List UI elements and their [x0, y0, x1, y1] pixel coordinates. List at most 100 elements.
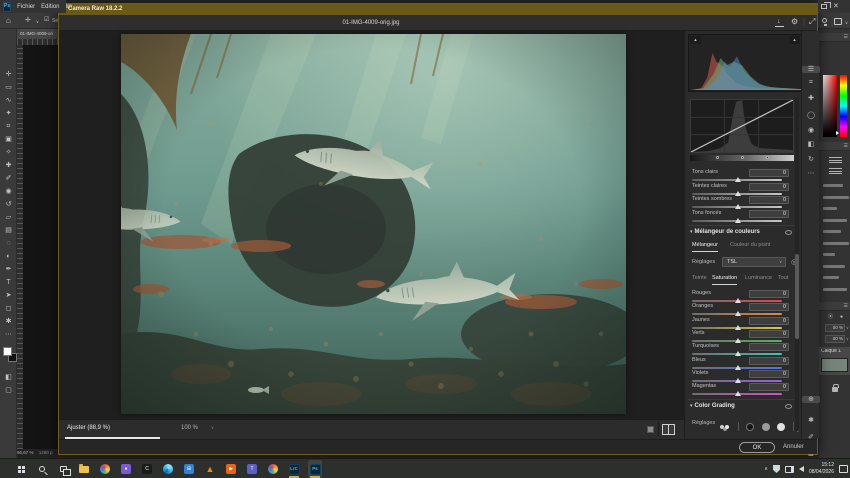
hand-tool[interactable]: ✱ — [0, 318, 17, 325]
camera-raw-title-bar[interactable]: Camera Raw 18.2.2 — [59, 4, 817, 15]
shape-tool[interactable]: ◻ — [0, 305, 17, 312]
tone-curve[interactable] — [690, 99, 794, 153]
restore-window-icon[interactable] — [821, 4, 827, 9]
slider-value-field[interactable]: 0 — [749, 330, 789, 338]
zoom-100-tab[interactable]: 100 % — [181, 425, 198, 431]
taskbar-microsoft-store[interactable]: ⊞ — [182, 460, 196, 478]
photo-preview[interactable] — [121, 34, 626, 414]
slider-thumb[interactable] — [735, 218, 741, 223]
slider-track[interactable] — [692, 340, 782, 342]
fit-zoom-tab[interactable]: Ajuster (88,9 %) — [67, 425, 110, 431]
taskbar-clock[interactable]: 15:12 08/04/2026 — [809, 462, 834, 477]
layer-opacity-field[interactable]: 00 % — [825, 324, 845, 332]
status-zoom[interactable]: 66,67 % — [17, 450, 34, 455]
subtab-tout[interactable]: Tout — [778, 276, 788, 282]
learn-lightbulb-icon[interactable] — [822, 18, 827, 23]
slider-value-field[interactable]: 0 — [749, 196, 789, 204]
fill-lock-icon[interactable]: ● — [840, 315, 843, 320]
fullscreen-toggle-icon[interactable]: ⤢ — [809, 18, 815, 26]
panel-scrollbar[interactable] — [795, 97, 799, 431]
panel-menu-icon[interactable]: ☰ — [844, 304, 848, 309]
tab-melangeur[interactable]: Mélangeur — [692, 243, 718, 252]
preferences-gear-icon[interactable]: ⚙ — [791, 18, 798, 26]
blur-tool[interactable]: ◌ — [0, 240, 17, 247]
slider-value-field[interactable]: 0 — [749, 183, 789, 191]
slider-track[interactable] — [692, 380, 782, 382]
dodge-tool[interactable]: ◐ — [0, 253, 17, 260]
taskbar-edge[interactable] — [161, 460, 175, 478]
slider-track[interactable] — [692, 393, 782, 395]
slider-thumb[interactable] — [735, 378, 741, 383]
range-split-dot[interactable] — [741, 156, 744, 159]
slider-thumb[interactable] — [735, 311, 741, 316]
slider-track[interactable] — [692, 313, 782, 315]
slider-thumb[interactable] — [735, 204, 741, 209]
subtab-saturation[interactable]: Saturation — [712, 276, 737, 285]
slider-track[interactable] — [692, 367, 782, 369]
layer-lock-icon[interactable] — [832, 387, 838, 392]
slider-thumb[interactable] — [735, 338, 741, 343]
more-tools-tool[interactable]: ⋯ — [0, 331, 17, 338]
notification-center-icon[interactable] — [839, 465, 848, 473]
slider-thumb[interactable] — [735, 351, 741, 356]
document-tab[interactable]: 01-IMG-4009-ori — [17, 29, 58, 39]
slider-value-field[interactable]: 0 — [749, 169, 789, 177]
taskbar-task-view[interactable] — [56, 460, 70, 478]
slider-value-field[interactable]: 0 — [749, 303, 789, 311]
acr-zoom-tool-icon[interactable]: ⊕ — [802, 396, 820, 403]
slider-track[interactable] — [692, 220, 782, 222]
move-tool[interactable]: ✛ — [0, 71, 17, 78]
slider-thumb[interactable] — [735, 325, 741, 330]
taskbar-photoshop[interactable]: Ps — [308, 460, 322, 478]
color-grading-header[interactable]: ▾Color Grading — [690, 403, 735, 409]
lasso-tool[interactable]: ∿ — [0, 97, 17, 104]
fill-chevron-icon[interactable]: ∨ — [846, 337, 849, 341]
acr-edit-tool-icon[interactable]: ☰ — [802, 66, 820, 73]
range-split-dot[interactable] — [766, 156, 769, 159]
marquee-tool[interactable]: ▭ — [0, 84, 17, 91]
history-brush-tool[interactable]: ↺ — [0, 201, 17, 208]
mixer-mode-dropdown[interactable]: TSL∨ — [722, 257, 786, 267]
hue-strip[interactable] — [840, 75, 847, 137]
quick-selection-tool[interactable]: ✦ — [0, 110, 17, 117]
taskbar-file-explorer[interactable] — [77, 460, 91, 478]
ok-button[interactable]: OK — [739, 442, 775, 453]
taskbar-photos[interactable] — [98, 460, 112, 478]
zoom-chevron-icon[interactable]: ∨ — [211, 426, 214, 430]
acr-presets-tool-icon[interactable]: ◧ — [802, 141, 820, 148]
type-tool[interactable]: T — [0, 279, 17, 286]
acr-healing-tool-icon[interactable]: ✚ — [802, 95, 820, 102]
grading-midtones-icon[interactable] — [762, 423, 770, 431]
before-after-view-icon[interactable] — [662, 424, 675, 435]
slider-value-field[interactable]: 0 — [749, 370, 789, 378]
range-split-dot[interactable] — [716, 156, 719, 159]
menu-edition[interactable]: Edition — [41, 4, 59, 10]
color-mixer-header[interactable]: ▾Mélangeur de couleurs — [690, 229, 760, 235]
slider-track[interactable] — [692, 353, 782, 355]
subtab-teinte[interactable]: Teinte — [692, 276, 707, 282]
taskbar-lightroom-classic[interactable]: LrC — [287, 460, 301, 478]
grading-shadows-icon[interactable] — [746, 423, 754, 431]
slider-track[interactable] — [692, 300, 782, 302]
gradient-tool[interactable]: ▤ — [0, 227, 17, 234]
slider-track[interactable] — [692, 206, 782, 208]
slider-track[interactable] — [692, 193, 782, 195]
panel-menu-icon[interactable]: ☰ — [844, 35, 848, 40]
slider-thumb[interactable] — [735, 191, 741, 196]
path-selection-tool[interactable]: ➤ — [0, 292, 17, 299]
eraser-tool[interactable]: ▱ — [0, 214, 17, 221]
taskbar-start[interactable] — [14, 460, 28, 478]
curve-range-strip[interactable] — [690, 155, 794, 161]
taskbar-copilot[interactable] — [266, 460, 280, 478]
single-view-icon[interactable] — [647, 426, 654, 433]
opacity-chevron-icon[interactable]: ∨ — [846, 326, 849, 330]
slider-value-field[interactable]: 0 — [749, 357, 789, 365]
slider-thumb[interactable] — [735, 391, 741, 396]
taskbar-media-player[interactable]: ▶ — [224, 460, 238, 478]
taskbar-app-violet[interactable]: ♦ — [119, 460, 133, 478]
auto-select-checkbox[interactable]: ☑ — [44, 17, 49, 23]
screen-mode-chevron-icon[interactable]: ∨ — [845, 21, 848, 25]
slider-value-field[interactable]: 0 — [749, 343, 789, 351]
subtab-luminance[interactable]: Luminance — [745, 276, 772, 282]
clone-stamp-tool[interactable]: ◉ — [0, 188, 17, 195]
